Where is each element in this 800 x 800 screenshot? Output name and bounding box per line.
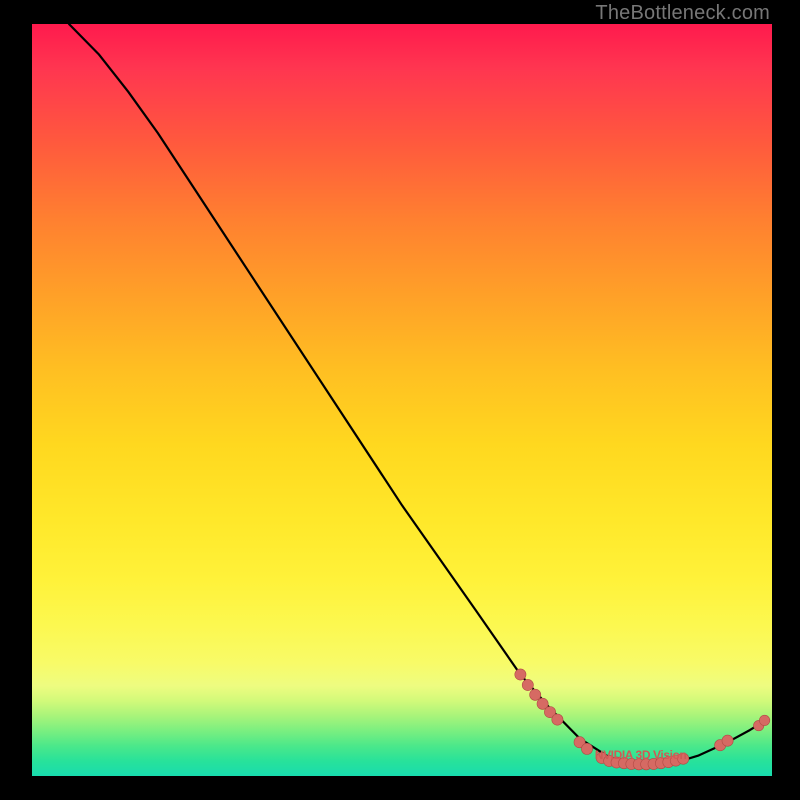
- data-point: [522, 679, 533, 690]
- data-label: NVIDIA 3D Vision: [595, 748, 687, 762]
- chart-stage: TheBottleneck.com NVIDIA 3D Vision: [0, 0, 800, 800]
- data-point: [515, 669, 526, 680]
- data-point: [552, 714, 563, 725]
- data-point: [759, 715, 769, 725]
- chart-overlay: NVIDIA 3D Vision: [32, 24, 772, 776]
- data-point: [581, 743, 592, 754]
- data-point: [722, 735, 733, 746]
- bottleneck-curve: [69, 24, 765, 765]
- watermark-text: TheBottleneck.com: [595, 2, 770, 25]
- data-point: [530, 689, 541, 700]
